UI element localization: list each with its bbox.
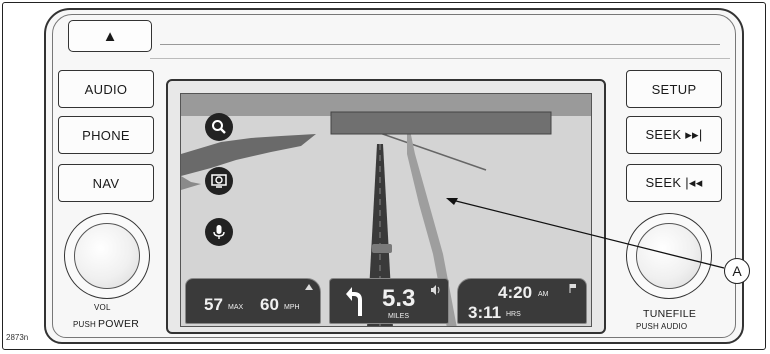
seek-forward-button[interactable]: SEEK ▸▸|	[626, 116, 722, 154]
callout-letter: A	[732, 263, 742, 279]
remaining-time-value: 3:11	[468, 303, 502, 322]
speed-unit: MPH	[284, 304, 300, 311]
sound-icon	[431, 285, 440, 295]
vol-label: VOL	[94, 303, 111, 312]
remaining-time-unit: HRS	[506, 311, 521, 318]
tune-file-knob[interactable]	[636, 223, 702, 289]
search-button[interactable]	[205, 113, 233, 141]
figure-id: 2873n	[6, 333, 29, 342]
phone-button[interactable]: PHONE	[58, 116, 154, 154]
volume-power-knob[interactable]	[74, 223, 140, 289]
map-zoom-icon	[211, 174, 227, 188]
phone-button-label: PHONE	[82, 127, 130, 143]
seek-forward-button-label: SEEK ▸▸|	[645, 127, 703, 142]
speed-limit-unit: MAX	[228, 304, 244, 311]
turn-left-arrow-icon	[346, 287, 362, 316]
trim-line	[150, 58, 730, 59]
seek-back-button[interactable]: SEEK |◂◂	[626, 164, 722, 202]
tunefile-label: TUNEFILE	[643, 308, 697, 320]
volume-knob-ring	[64, 213, 150, 299]
arrival-panel: 4:20 AM 3:11 HRS	[457, 278, 587, 324]
eject-icon: ▲	[102, 27, 118, 45]
speed-limit-value: 57	[204, 295, 223, 314]
voice-button[interactable]	[205, 218, 233, 246]
tune-knob-ring	[626, 213, 712, 299]
navigation-screen[interactable]: 57 MAX 60 MPH 5.3 MILES 4:20 AM 3:11 HRS	[180, 93, 592, 327]
expand-up-icon	[305, 284, 313, 290]
audio-button-label: AUDIO	[84, 81, 128, 97]
speed-panel: 57 MAX 60 MPH	[185, 278, 321, 324]
seek-back-button-label: SEEK |◂◂	[645, 175, 703, 190]
arrival-time-suffix: AM	[538, 291, 549, 298]
setup-button-label: SETUP	[651, 81, 697, 97]
push-audio-label: PUSH AUDIO	[636, 322, 688, 331]
distance-unit: MILES	[388, 313, 410, 320]
arrival-time-value: 4:20	[498, 283, 533, 302]
turn-panel: 5.3 MILES	[329, 278, 449, 324]
eject-button[interactable]: ▲	[68, 20, 152, 52]
distance-value: 5.3	[382, 285, 416, 312]
disc-slot-line	[160, 44, 720, 45]
audio-button[interactable]: AUDIO	[58, 70, 154, 108]
current-speed-value: 60	[260, 295, 279, 314]
power-label: POWER	[98, 318, 140, 330]
voice-icon	[213, 225, 225, 239]
search-icon	[212, 120, 226, 134]
setup-button[interactable]: SETUP	[626, 70, 722, 108]
push-label: PUSH	[73, 320, 97, 329]
nav-button[interactable]: NAV	[58, 164, 154, 202]
nav-button-label: NAV	[92, 175, 120, 191]
destination-flag-icon	[569, 284, 576, 293]
map-zoom-button[interactable]	[205, 167, 233, 195]
callout-label-a: A	[724, 258, 750, 284]
